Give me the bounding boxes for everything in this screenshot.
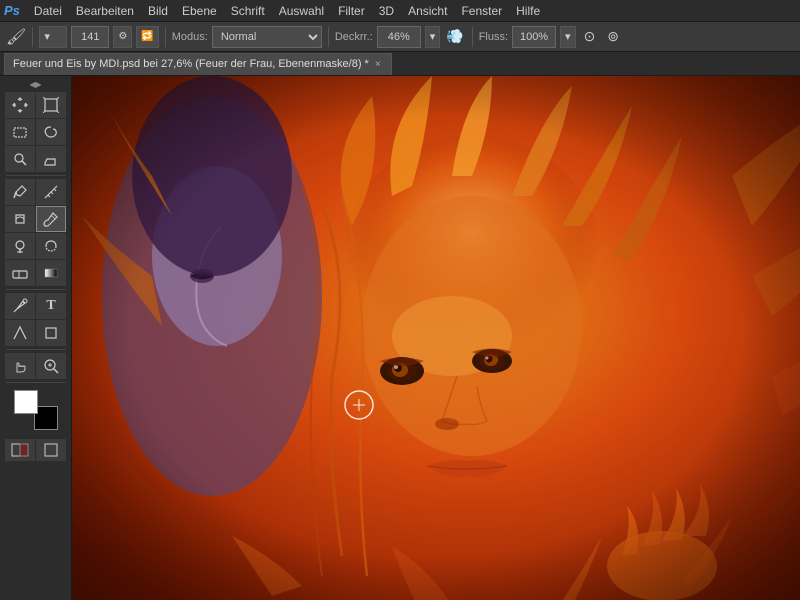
mode-label: Modus:: [172, 31, 208, 43]
quick-select-tool[interactable]: [5, 146, 35, 172]
tool-sep-1: [6, 175, 66, 176]
path-selection-tool[interactable]: [5, 320, 35, 346]
menu-3d[interactable]: 3D: [373, 2, 400, 20]
flow-arrow[interactable]: ▾: [560, 26, 576, 48]
ruler-tool[interactable]: [36, 179, 66, 205]
blend-mode-select[interactable]: Normal Multiplizieren Abwedeln: [212, 26, 322, 48]
airbrush-icon[interactable]: 💨: [446, 28, 463, 45]
zoom-tool[interactable]: [36, 353, 66, 379]
eyedropper-tool[interactable]: [5, 179, 35, 205]
tool-row-1: [5, 92, 66, 118]
menu-bearbeiten[interactable]: Bearbeiten: [70, 2, 140, 20]
menu-bild[interactable]: Bild: [142, 2, 174, 20]
brush-toggle-btn[interactable]: 🔁: [136, 26, 158, 48]
hand-tool[interactable]: [5, 353, 35, 379]
brush-options-btn[interactable]: ⚙: [113, 26, 132, 48]
tool-row-extra: [5, 439, 66, 461]
gradient-tool[interactable]: [36, 260, 66, 286]
document-tab[interactable]: Feuer und Eis by MDI.psd bei 27,6% (Feue…: [4, 53, 392, 75]
stylus-pressure-icon[interactable]: ⊙: [584, 28, 596, 45]
options-bar: 🖌 ▾ ⚙ 🔁 Modus: Normal Multiplizieren Abw…: [0, 22, 800, 52]
move-tool[interactable]: [5, 92, 35, 118]
tool-row-10: [5, 353, 66, 379]
menu-schrift[interactable]: Schrift: [225, 2, 271, 20]
tool-sep-4: [6, 382, 66, 383]
tool-row-3: [5, 146, 66, 172]
tool-row-9: [5, 320, 66, 346]
marquee-tool[interactable]: [5, 119, 35, 145]
menu-ansicht[interactable]: Ansicht: [402, 2, 453, 20]
menu-bar: Ps Datei Bearbeiten Bild Ebene Schrift A…: [0, 0, 800, 22]
artwork: [72, 76, 800, 600]
opacity-label: Deckrr.:: [335, 31, 373, 43]
lasso-tool[interactable]: [36, 119, 66, 145]
workspace: ◀▶: [0, 76, 800, 600]
tool-row-4: [5, 179, 66, 205]
tool-row-8: T: [5, 293, 66, 319]
tool-row-6: [5, 233, 66, 259]
brush-size-input[interactable]: [71, 26, 109, 48]
tool-row-5: [5, 206, 66, 232]
type-tool[interactable]: T: [36, 293, 66, 319]
transform-tool[interactable]: [36, 146, 66, 172]
tool-sep-2: [6, 289, 66, 290]
flow-label: Fluss:: [479, 31, 508, 43]
brush-tool active[interactable]: [36, 206, 66, 232]
color-swatches[interactable]: [14, 390, 58, 430]
canvas-area[interactable]: [72, 76, 800, 600]
separator-4: [472, 27, 473, 47]
menu-ebene[interactable]: Ebene: [176, 2, 223, 20]
opacity-arrow[interactable]: ▾: [425, 26, 441, 48]
separator-3: [328, 27, 329, 47]
menu-fenster[interactable]: Fenster: [455, 2, 508, 20]
clone-stamp-tool[interactable]: [5, 233, 35, 259]
artboard-tool[interactable]: [36, 92, 66, 118]
menu-hilfe[interactable]: Hilfe: [510, 2, 546, 20]
panel-collapse-btn[interactable]: ◀▶: [29, 80, 41, 89]
separator-2: [165, 27, 166, 47]
tab-title: Feuer und Eis by MDI.psd bei 27,6% (Feue…: [13, 58, 369, 70]
brush-tool-icon: 🖌: [6, 27, 26, 47]
menu-auswahl[interactable]: Auswahl: [273, 2, 330, 20]
opacity-input[interactable]: [377, 26, 421, 48]
separator-1: [32, 27, 33, 47]
quick-mask-btn[interactable]: [5, 439, 35, 461]
brush-preset-picker[interactable]: ▾: [39, 26, 67, 48]
screen-mode-btn[interactable]: [36, 439, 66, 461]
toolbox: ◀▶: [0, 76, 72, 600]
tab-bar: Feuer und Eis by MDI.psd bei 27,6% (Feue…: [0, 52, 800, 76]
history-brush-tool[interactable]: [36, 233, 66, 259]
symmetry-icon[interactable]: ⊚: [607, 28, 619, 45]
shape-tool[interactable]: [36, 320, 66, 346]
menu-datei[interactable]: Datei: [28, 2, 68, 20]
tool-sep-3: [6, 349, 66, 350]
pen-tool[interactable]: [5, 293, 35, 319]
app-logo: Ps: [4, 3, 20, 18]
foreground-color-swatch[interactable]: [14, 390, 38, 414]
patch-tool[interactable]: [5, 206, 35, 232]
tool-row-2: [5, 119, 66, 145]
tool-row-7: [5, 260, 66, 286]
flow-input[interactable]: [512, 26, 556, 48]
tab-close-btn[interactable]: ×: [375, 59, 381, 70]
menu-filter[interactable]: Filter: [332, 2, 371, 20]
eraser-tool[interactable]: [5, 260, 35, 286]
